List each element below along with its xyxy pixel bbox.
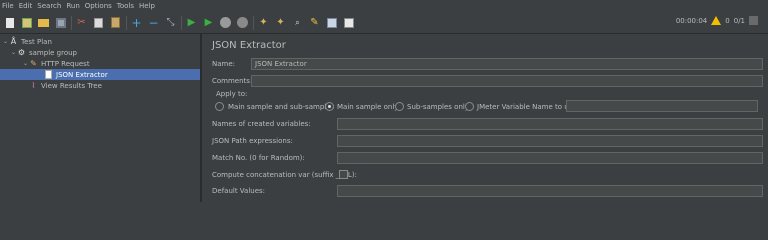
matchno-label: Match No. (0 for Random): [212, 154, 305, 162]
chevron-down-icon[interactable]: ⌄ [10, 49, 17, 56]
toggle-icon[interactable]: ⤡ [164, 16, 177, 30]
jmeter-variable-field[interactable] [566, 100, 758, 112]
pencil-icon: ✎ [30, 59, 37, 68]
cut-icon[interactable]: ✂ [75, 16, 88, 30]
tree-item-label: JSON Extractor [56, 70, 108, 79]
tree-item-label: sample group [29, 48, 78, 57]
menu-tools[interactable]: Tools [117, 0, 134, 12]
apply-to-label: Apply to: [216, 90, 248, 98]
radio-jmeter-variable-label[interactable]: JMeter Variable Name to use [477, 103, 577, 111]
tree-item-json-extractor[interactable]: JSON Extractor [0, 69, 200, 80]
matchno-field[interactable] [337, 152, 763, 164]
radio-main-and-sub-label[interactable]: Main sample and sub-samples [228, 103, 334, 111]
document-icon [44, 70, 53, 79]
new-icon[interactable] [3, 16, 16, 30]
tree-item-view-results-tree[interactable]: ⌇ View Results Tree [29, 80, 199, 91]
clear-all-icon[interactable]: ✦ [274, 16, 287, 30]
menu-bar: File Edit Search Run Options Tools Help [0, 0, 768, 12]
names-field[interactable] [337, 118, 763, 130]
copy-icon[interactable] [92, 16, 105, 30]
tree-item-test-plan[interactable]: ⌄ Å Test Plan [2, 36, 198, 47]
thread-count: 0/1 [733, 16, 745, 25]
function-helper-icon[interactable] [325, 16, 338, 30]
toolbar-separator [253, 15, 254, 30]
toolbar-separator [126, 15, 127, 30]
stop-icon[interactable] [219, 16, 232, 30]
save-icon[interactable] [54, 16, 67, 30]
expand-icon[interactable]: + [130, 16, 143, 30]
tree-item-label: Test Plan [21, 37, 52, 46]
json-extractor-editor: JSON Extractor Name: JSON Extractor Comm… [206, 34, 768, 202]
clear-icon[interactable]: ✦ [257, 16, 270, 30]
toolbar: ✂ + − ⤡ ▶ ▶ ✦ ✦ ⌕ ✎ 00:00:04 0 0/1 [0, 12, 768, 34]
open-icon[interactable] [37, 16, 50, 30]
jsonpath-field[interactable] [337, 135, 763, 147]
default-values-label: Default Values: [212, 187, 266, 195]
radio-main-only-label[interactable]: Main sample only [337, 103, 398, 111]
radio-main-and-sub[interactable] [215, 102, 224, 111]
chevron-down-icon[interactable]: ⌄ [2, 38, 9, 45]
toolbar-separator [71, 15, 72, 30]
menu-search[interactable]: Search [37, 0, 61, 12]
radio-sub-only-label[interactable]: Sub-samples only [407, 103, 469, 111]
paste-icon[interactable] [109, 16, 122, 30]
tree-item-label: HTTP Request [41, 59, 90, 68]
radio-main-only[interactable] [325, 102, 334, 111]
page-title: JSON Extractor [212, 40, 286, 51]
concat-checkbox[interactable] [339, 170, 348, 179]
menu-run[interactable]: Run [66, 0, 79, 12]
menu-help[interactable]: Help [139, 0, 155, 12]
test-plan-icon: Å [10, 37, 17, 46]
jsonpath-label: JSON Path expressions: [212, 137, 293, 145]
radio-sub-only[interactable] [395, 102, 404, 111]
menu-options[interactable]: Options [85, 0, 112, 12]
collapse-icon[interactable]: − [147, 16, 160, 30]
toolbar-separator [181, 15, 182, 30]
tree-item-sample-group[interactable]: ⌄ ⚙ sample group [10, 47, 198, 58]
graph-icon: ⌇ [31, 81, 36, 90]
name-field[interactable]: JSON Extractor [251, 58, 763, 70]
names-label: Names of created variables: [212, 120, 311, 128]
chevron-down-icon[interactable]: ⌄ [22, 60, 29, 67]
tree-item-http-request[interactable]: ⌄ ✎ HTTP Request [22, 58, 198, 69]
warning-count: 0 [725, 16, 730, 25]
default-values-field[interactable] [337, 185, 763, 197]
running-indicator-icon [749, 16, 758, 25]
test-plan-tree: ⌄ Å Test Plan ⌄ ⚙ sample group ⌄ ✎ HTTP … [0, 34, 201, 202]
start-no-timers-icon[interactable]: ▶ [202, 16, 215, 30]
tree-item-label: View Results Tree [41, 81, 102, 90]
shutdown-icon[interactable] [236, 16, 249, 30]
elapsed-timer: 00:00:04 [675, 16, 708, 25]
status-area: 00:00:04 0 0/1 [676, 16, 758, 25]
comments-label: Comments: [212, 77, 253, 85]
start-icon[interactable]: ▶ [185, 16, 198, 30]
concat-label: Compute concatenation var (suffix _ALL): [212, 171, 357, 179]
radio-jmeter-variable[interactable] [465, 102, 474, 111]
help-icon[interactable] [342, 16, 355, 30]
menu-file[interactable]: File [2, 0, 14, 12]
comments-field[interactable] [251, 75, 763, 87]
reset-search-icon[interactable]: ✎ [308, 16, 321, 30]
search-icon[interactable]: ⌕ [291, 16, 304, 30]
templates-icon[interactable] [20, 16, 33, 30]
name-label: Name: [212, 60, 236, 68]
warning-icon[interactable] [711, 16, 722, 25]
gear-icon: ⚙ [17, 48, 26, 57]
menu-edit[interactable]: Edit [19, 0, 33, 12]
